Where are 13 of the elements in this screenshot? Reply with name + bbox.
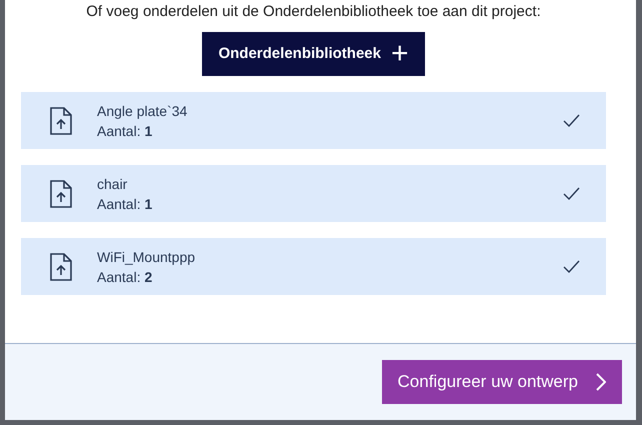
chevron-right-icon	[596, 373, 606, 391]
file-upload-icon	[49, 252, 73, 282]
part-name: chair	[97, 174, 128, 194]
configure-design-button[interactable]: Configureer uw ontwerp	[382, 360, 622, 404]
instruction-text: Of voeg onderdelen uit de Onderdelenbibliotheek toe aan dit project:	[86, 3, 541, 21]
part-name: Angle plate`34	[97, 102, 188, 120]
part-name: WiFi_Mountppp	[97, 248, 196, 266]
file-upload-icon	[49, 106, 73, 136]
quantity-text: Aantal: 1	[97, 194, 154, 214]
quantity-text: Aantal: 2	[97, 268, 154, 286]
quantity-text: Aantal: 1	[97, 122, 154, 140]
parts-library-button[interactable]: Onderdelenbibliotheek +	[202, 32, 425, 76]
file-upload-icon	[49, 178, 73, 208]
